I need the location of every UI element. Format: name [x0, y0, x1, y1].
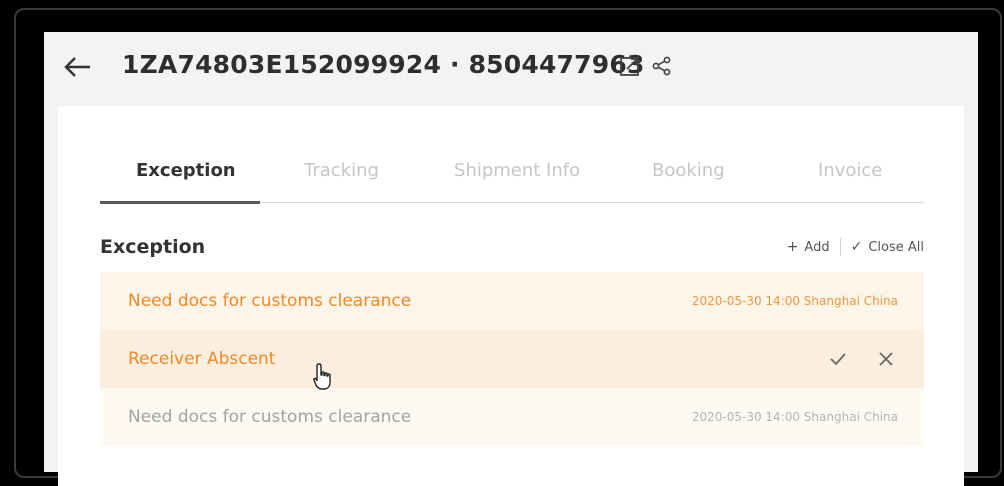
close-all-button[interactable]: ✓ Close All	[851, 239, 924, 255]
active-tab-indicator	[100, 201, 260, 204]
hand-pointer-icon	[313, 363, 331, 390]
add-label: Add	[804, 239, 830, 255]
app-screen: 1ZA74803E152099924 · 8504477963 Exceptio…	[44, 32, 978, 486]
action-divider	[839, 238, 841, 256]
exception-row[interactable]: Receiver Abscent	[100, 330, 924, 388]
exception-row[interactable]: Need docs for customs clearance 2020-05-…	[100, 388, 924, 446]
exception-list: Need docs for customs clearance 2020-05-…	[100, 272, 924, 446]
check-icon[interactable]	[826, 347, 850, 371]
exception-row[interactable]: Need docs for customs clearance 2020-05-…	[100, 272, 924, 330]
share-icon[interactable]	[650, 54, 674, 78]
tab-invoice[interactable]: Invoice	[818, 160, 882, 196]
tab-bar: Exception Tracking Shipment Info Booking…	[100, 154, 924, 204]
page-header: 1ZA74803E152099924 · 8504477963	[44, 32, 978, 106]
exception-title[interactable]: Receiver Abscent	[128, 349, 275, 369]
section-title: Exception	[100, 236, 206, 258]
close-icon[interactable]	[874, 347, 898, 371]
content-card: Exception Tracking Shipment Info Booking…	[58, 106, 964, 486]
exception-title[interactable]: Need docs for customs clearance	[128, 291, 411, 311]
close-all-label: Close All	[868, 239, 924, 255]
check-icon: ✓	[850, 239, 863, 255]
section-actions: + Add ✓ Close All	[787, 238, 924, 256]
exception-meta: 2020-05-30 14:00 Shanghai China	[691, 294, 898, 308]
tab-booking[interactable]: Booking	[652, 160, 725, 196]
tab-exception[interactable]: Exception	[136, 160, 236, 196]
exception-meta: 2020-05-30 14:00 Shanghai China	[691, 410, 898, 424]
exception-title[interactable]: Need docs for customs clearance	[128, 407, 411, 427]
page-title: 1ZA74803E152099924 · 8504477963	[122, 50, 645, 79]
add-button[interactable]: + Add	[787, 239, 830, 255]
external-link-icon[interactable]	[618, 54, 642, 78]
arrow-left-icon[interactable]	[62, 52, 92, 82]
tab-tracking[interactable]: Tracking	[304, 160, 379, 196]
plus-icon: +	[786, 239, 799, 255]
tab-shipment-info[interactable]: Shipment Info	[454, 160, 580, 196]
